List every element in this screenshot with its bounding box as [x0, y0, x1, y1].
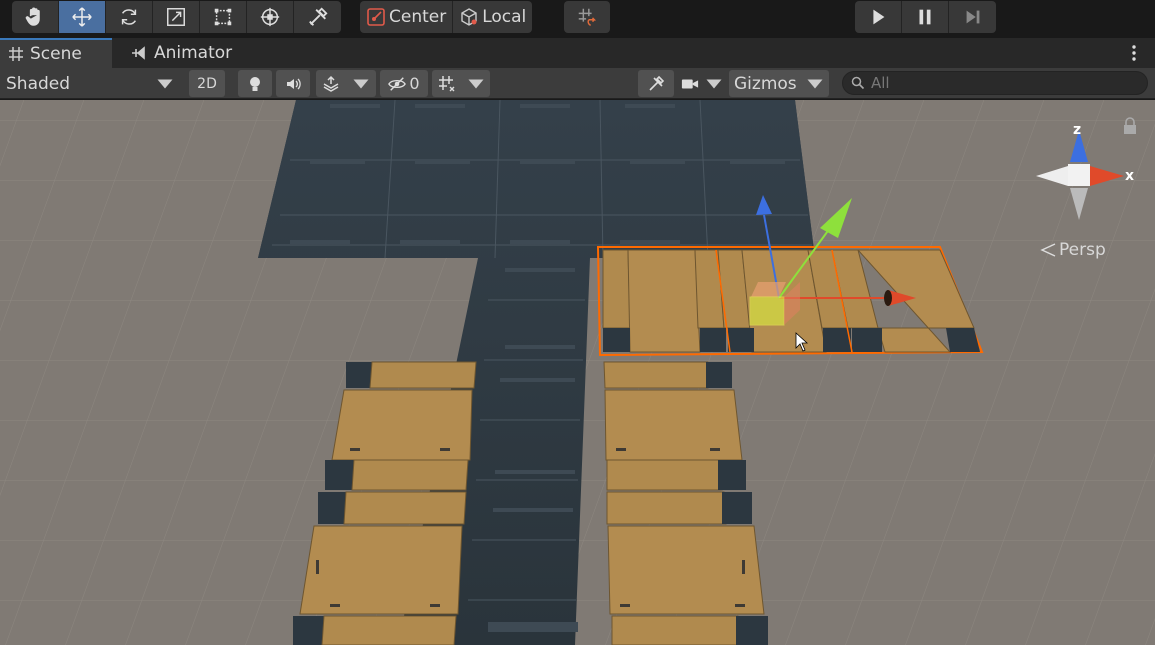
scene-toolbar: Shaded 2D 0 Gizmos All	[0, 68, 1155, 99]
hand-icon	[25, 7, 40, 26]
tab-scene[interactable]: Scene	[0, 38, 112, 68]
move-icon	[72, 7, 92, 27]
gizmos-dropdown[interactable]: Gizmos	[729, 70, 829, 97]
tools-icon	[649, 75, 665, 91]
chevron-down-icon	[807, 79, 823, 88]
camera-dropdown[interactable]	[678, 70, 726, 97]
tab-animator[interactable]: Animator	[126, 38, 250, 68]
play-icon	[873, 9, 885, 25]
tab-animator-label: Animator	[154, 43, 233, 63]
scene-viewport[interactable]: z x Persp	[0, 100, 1155, 645]
pivot-group: Center Local	[360, 1, 533, 33]
rotate-icon	[121, 9, 137, 25]
more-vertical-icon	[1132, 45, 1136, 61]
scene-visibility-toggle[interactable]: 0	[380, 70, 428, 97]
custom-tools-button[interactable]	[294, 1, 341, 33]
hidden-count: 0	[409, 74, 420, 93]
2d-label: 2D	[197, 75, 217, 92]
projection-toggle[interactable]: Persp	[1040, 240, 1106, 260]
pivot-mode-button[interactable]: Center	[360, 1, 454, 33]
step-button[interactable]	[949, 1, 996, 33]
gizmos-label: Gizmos	[734, 73, 797, 94]
speaker-icon	[287, 78, 301, 89]
camera-icon	[681, 79, 699, 88]
search-placeholder: All	[871, 74, 890, 92]
axis-z-label: z	[1073, 122, 1081, 138]
main-toolbar: Center Local	[0, 0, 1155, 38]
snap-group	[564, 1, 610, 33]
pivot-label: Center	[389, 7, 447, 27]
scale-tool-button[interactable]	[153, 1, 200, 33]
chevron-down-icon	[468, 79, 483, 88]
draw-mode-dropdown[interactable]: Shaded	[0, 70, 182, 97]
tools-overlay-button[interactable]	[638, 70, 674, 97]
axis-x-label: x	[1125, 168, 1134, 184]
rotate-tool-button[interactable]	[106, 1, 153, 33]
search-icon	[851, 76, 865, 90]
tab-menu-button[interactable]	[1126, 44, 1142, 62]
chevron-down-icon	[157, 79, 173, 88]
animator-icon	[132, 46, 145, 60]
local-cube-icon	[461, 8, 477, 26]
scale-icon	[167, 8, 185, 26]
draw-mode-value: Shaded	[6, 73, 71, 94]
2d-mode-button[interactable]: 2D	[189, 70, 225, 97]
rect-icon	[214, 8, 232, 26]
perspective-icon	[1040, 243, 1056, 257]
grid-snap-icon	[578, 8, 597, 26]
rotation-label: Local	[482, 7, 527, 27]
rect-tool-button[interactable]	[200, 1, 247, 33]
grid-dropdown[interactable]	[432, 70, 490, 97]
audio-toggle[interactable]	[276, 70, 310, 97]
tool-group	[12, 1, 341, 33]
effects-dropdown[interactable]	[316, 70, 376, 97]
pivot-center-icon	[367, 8, 385, 26]
grid-snap-button[interactable]	[564, 1, 610, 33]
effects-layers-icon	[323, 75, 339, 92]
grid-icon	[438, 75, 454, 91]
window-tab-bar: Scene Animator	[0, 38, 1155, 68]
scene-search-field[interactable]: All	[842, 71, 1148, 95]
pause-icon	[919, 9, 931, 25]
step-icon	[966, 10, 979, 24]
projection-label: Persp	[1059, 240, 1106, 260]
tab-scene-label: Scene	[30, 44, 82, 64]
transform-tool-button[interactable]	[247, 1, 294, 33]
scene-grid-icon	[9, 47, 23, 61]
chevron-down-icon	[353, 79, 369, 88]
scene-render: z x	[0, 100, 1155, 645]
pause-button[interactable]	[902, 1, 949, 33]
hand-tool-button[interactable]	[12, 1, 59, 33]
lighting-toggle[interactable]	[238, 70, 272, 97]
playback-group	[855, 1, 996, 33]
custom-tools-icon	[308, 7, 328, 26]
lightbulb-icon	[250, 76, 260, 91]
move-tool-button[interactable]	[59, 1, 106, 33]
transform-icon	[260, 7, 280, 27]
eye-hidden-icon	[388, 76, 407, 91]
play-button[interactable]	[855, 1, 902, 33]
chevron-down-icon	[706, 79, 722, 88]
rotation-mode-button[interactable]: Local	[453, 1, 532, 33]
